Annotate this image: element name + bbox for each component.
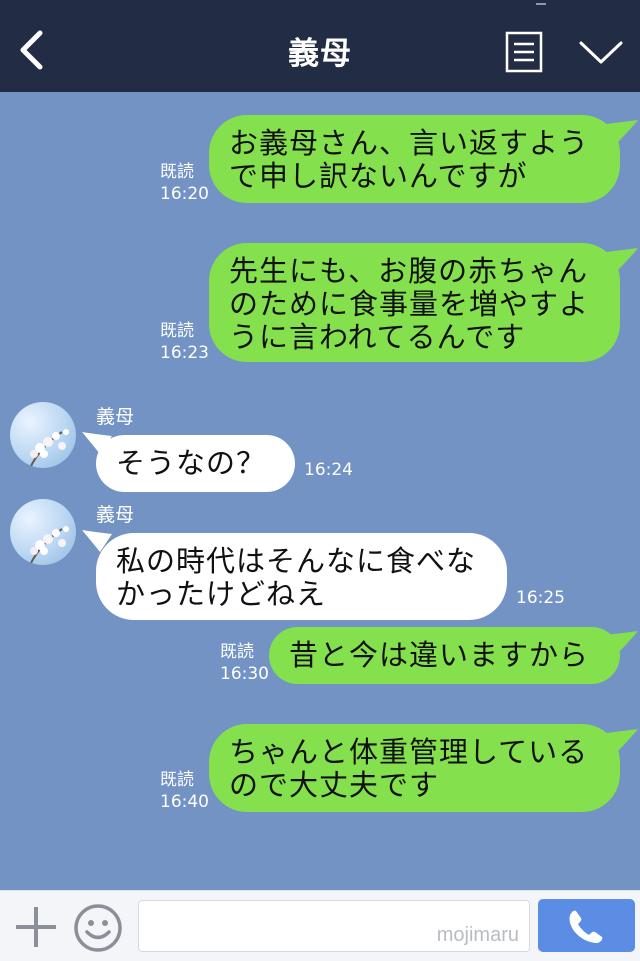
my-message-bubble[interactable]: 昔と今は違いますから (269, 627, 620, 684)
bubble-tail (606, 631, 638, 653)
message-time: 16:24 (304, 460, 353, 480)
call-button[interactable] (538, 899, 635, 952)
their-message-bubble[interactable]: 私の時代はそんなに食べな かったけどねえ (96, 533, 507, 620)
emoji-icon[interactable] (73, 903, 123, 953)
chat-title: 義母 (288, 36, 352, 72)
read-receipt: 既読 16:20 (160, 162, 209, 204)
bubble-tail (606, 120, 638, 142)
read-receipt: 既読 16:40 (160, 770, 209, 812)
avatar[interactable] (10, 499, 76, 565)
my-message-bubble[interactable]: ちゃんと体重管理している ので大丈夫です (209, 724, 620, 812)
their-message-bubble[interactable]: そうなの？ (96, 435, 295, 492)
avatar[interactable] (10, 402, 76, 468)
sender-name: 義母 (96, 406, 135, 428)
chat-header: 義母 (0, 0, 640, 92)
read-receipt: 既読 16:23 (160, 321, 209, 363)
plus-icon[interactable] (14, 905, 58, 949)
sender-name: 義母 (96, 504, 135, 526)
bubble-tail (606, 729, 638, 751)
status-bar-fragment (536, 0, 546, 5)
bubble-tail (606, 248, 638, 270)
input-bar: mojimaru (0, 890, 640, 961)
chat-area[interactable]: 既読 16:20 お義母さん、言い返すよう で申し訳ないんですが 既読 16:2… (0, 92, 640, 890)
message-time: 16:25 (516, 588, 565, 608)
message-input[interactable]: mojimaru (138, 900, 530, 952)
chevron-down-icon[interactable] (578, 38, 624, 66)
watermark: mojimaru (436, 924, 519, 946)
read-receipt: 既読 16:30 (220, 642, 269, 684)
notes-icon[interactable] (505, 31, 543, 73)
my-message-bubble[interactable]: 先生にも、お腹の赤ちゃん のために食事量を増やすよ うに言われてるんです (209, 243, 620, 362)
phone-icon (569, 910, 603, 943)
my-message-bubble[interactable]: お義母さん、言い返すよう で申し訳ないんですが (209, 115, 620, 203)
